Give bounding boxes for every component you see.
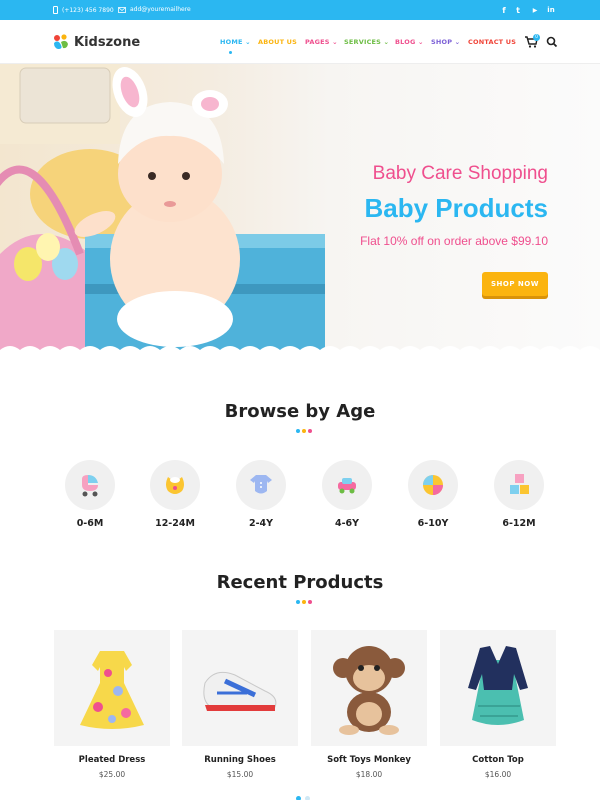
pager-dot[interactable] (305, 796, 310, 800)
search-icon[interactable] (546, 36, 558, 48)
nav-shop[interactable]: SHOP ⌄ (431, 38, 460, 46)
toy-car-icon (338, 478, 356, 494)
age-label: 2-4Y (248, 518, 274, 529)
onesie-icon (250, 475, 272, 494)
product-card-cotton-top[interactable]: Cotton Top $16.00 (440, 630, 556, 779)
logo-icon (54, 34, 68, 49)
hero-banner: Baby Care Shopping Baby Products Flat 10… (0, 64, 600, 356)
nav-blog[interactable]: BLOG ⌄ (395, 38, 424, 46)
nav-shop-label: SHOP (431, 38, 453, 46)
age-category-6-12m[interactable]: 6-12M (489, 460, 549, 529)
hero-offer: Flat 10% off on order above $99.10 (360, 234, 548, 248)
product-name: Pleated Dress (78, 755, 146, 765)
nav-contact-label: CONTACT US (468, 38, 517, 46)
shoes-image (203, 671, 277, 711)
carousel-pager[interactable] (296, 796, 310, 800)
hero-title: Baby Products (364, 193, 549, 223)
age-category-6-10y[interactable]: 6-10Y (403, 460, 463, 529)
ball-icon (423, 475, 443, 495)
wave-divider (0, 346, 600, 356)
product-name: Running Shoes (204, 755, 276, 765)
age-label: 6-12M (502, 518, 536, 529)
products-title-dots (296, 600, 312, 604)
nav-contact-us[interactable]: CONTACT US (468, 38, 516, 46)
phone-contact[interactable]: (+123) 456 7890 (53, 6, 114, 14)
age-category-2-4y[interactable]: 2-4Y (231, 460, 291, 529)
nav-services[interactable]: SERVICES ⌄ (344, 38, 389, 46)
monkey-image (333, 646, 405, 735)
nav-about-us[interactable]: ABOUT US (258, 38, 297, 46)
age-label: 4-6Y (334, 518, 360, 529)
email-address: add@youremailhere (130, 6, 191, 13)
age-label: 12-24M (155, 518, 195, 529)
nav-about-label: ABOUT US (258, 38, 298, 46)
product-card-pleated-dress[interactable]: Pleated Dress $25.00 (54, 630, 170, 779)
stroller-icon (82, 475, 98, 497)
nav-home[interactable]: HOME ⌄ (220, 38, 251, 46)
nav-blog-label: BLOG (395, 38, 416, 46)
twitter-icon[interactable]: t (512, 4, 524, 16)
youtube-icon[interactable]: ▶ (529, 4, 541, 16)
cotton-top-image (468, 646, 528, 725)
bib-icon (166, 477, 184, 494)
hero-subtitle: Baby Care Shopping (372, 163, 548, 184)
age-label: 6-10Y (417, 518, 449, 529)
blocks-icon (510, 474, 529, 494)
product-price: $18.00 (355, 770, 383, 779)
product-name: Soft Toys Monkey (327, 755, 411, 765)
active-indicator (229, 51, 232, 54)
nav-services-label: SERVICES (344, 38, 382, 46)
baby-illustration (0, 64, 325, 356)
top-bar: (+123) 456 7890 add@youremailhere f t ▶ … (0, 0, 600, 20)
cart-count-badge: 0 (533, 34, 540, 41)
envelope-icon (118, 6, 126, 13)
linkedin-icon[interactable]: in (545, 4, 557, 16)
product-price: $15.00 (226, 770, 254, 779)
dress-image (80, 651, 144, 729)
product-price: $25.00 (98, 770, 126, 779)
product-card-soft-toys-monkey[interactable]: Soft Toys Monkey $18.00 (311, 630, 427, 779)
browse-title-dots (296, 429, 312, 433)
age-category-0-6m[interactable]: 0-6M (60, 460, 120, 529)
nav-pages-label: PAGES (305, 38, 330, 46)
age-category-4-6y[interactable]: 4-6Y (317, 460, 377, 529)
pager-dot-active[interactable] (296, 796, 301, 800)
phone-number: (+123) 456 7890 (62, 6, 114, 14)
nav-pages[interactable]: PAGES ⌄ (305, 38, 338, 46)
site-header: Kidszone HOME ⌄ ABOUT US PAGES ⌄ SERVICE… (0, 20, 600, 64)
product-card-running-shoes[interactable]: Running Shoes $15.00 (182, 630, 298, 779)
facebook-icon[interactable]: f (498, 4, 510, 16)
browse-title: Browse by Age (224, 401, 376, 422)
age-label: 0-6M (76, 518, 104, 529)
nav-home-label: HOME (220, 38, 243, 46)
products-title: Recent Products (216, 572, 384, 593)
shop-now-button[interactable]: SHOP NOW (482, 272, 548, 296)
phone-icon (53, 6, 58, 14)
age-category-12-24m[interactable]: 12-24M (145, 460, 205, 529)
email-contact[interactable]: add@youremailhere (118, 6, 191, 13)
product-price: $16.00 (484, 770, 512, 779)
logo[interactable]: Kidszone (52, 33, 140, 51)
logo-text: Kidszone (74, 34, 141, 50)
product-name: Cotton Top (472, 755, 524, 765)
